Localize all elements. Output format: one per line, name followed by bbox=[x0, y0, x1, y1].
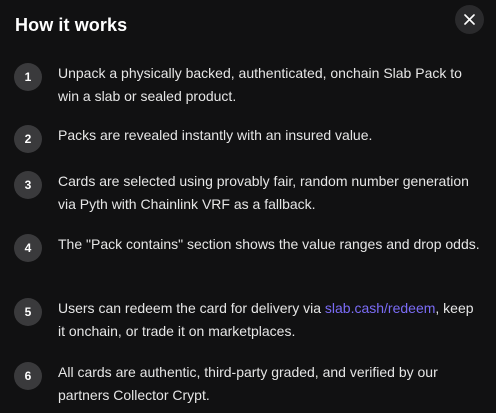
modal-header: How it works bbox=[15, 15, 481, 37]
step-text: Users can redeem the card for delivery v… bbox=[58, 297, 484, 343]
step-item: 6 All cards are authentic, third-party g… bbox=[14, 361, 484, 407]
step-text: Unpack a physically backed, authenticate… bbox=[58, 65, 462, 104]
step-item: 1 Unpack a physically backed, authentica… bbox=[14, 62, 484, 108]
redeem-link[interactable]: slab.cash/redeem bbox=[325, 300, 436, 316]
step-number-badge: 5 bbox=[14, 298, 42, 326]
modal-title: How it works bbox=[15, 15, 128, 35]
step-item: 3 Cards are selected using provably fair… bbox=[14, 170, 484, 216]
step-text: Packs are revealed instantly with an ins… bbox=[58, 127, 373, 143]
step-text: Cards are selected using provably fair, … bbox=[58, 173, 469, 212]
step-number-badge: 3 bbox=[14, 171, 42, 199]
close-icon bbox=[464, 14, 475, 25]
step-item: 2 Packs are revealed instantly with an i… bbox=[14, 124, 484, 153]
step-text-before-link: Users can redeem the card for delivery v… bbox=[58, 300, 325, 316]
step-item: 5 Users can redeem the card for delivery… bbox=[14, 297, 484, 343]
step-number-badge: 2 bbox=[14, 125, 42, 153]
step-text: All cards are authentic, third-party gra… bbox=[58, 364, 438, 403]
how-it-works-modal: How it works 1 Unpack a physically backe… bbox=[0, 0, 496, 413]
close-button[interactable] bbox=[455, 5, 484, 34]
step-number-badge: 1 bbox=[14, 63, 42, 91]
step-item: 4 The "Pack contains" section shows the … bbox=[14, 233, 484, 262]
step-number-badge: 6 bbox=[14, 362, 42, 390]
step-number-badge: 4 bbox=[14, 234, 42, 262]
step-text: The "Pack contains" section shows the va… bbox=[58, 236, 480, 252]
